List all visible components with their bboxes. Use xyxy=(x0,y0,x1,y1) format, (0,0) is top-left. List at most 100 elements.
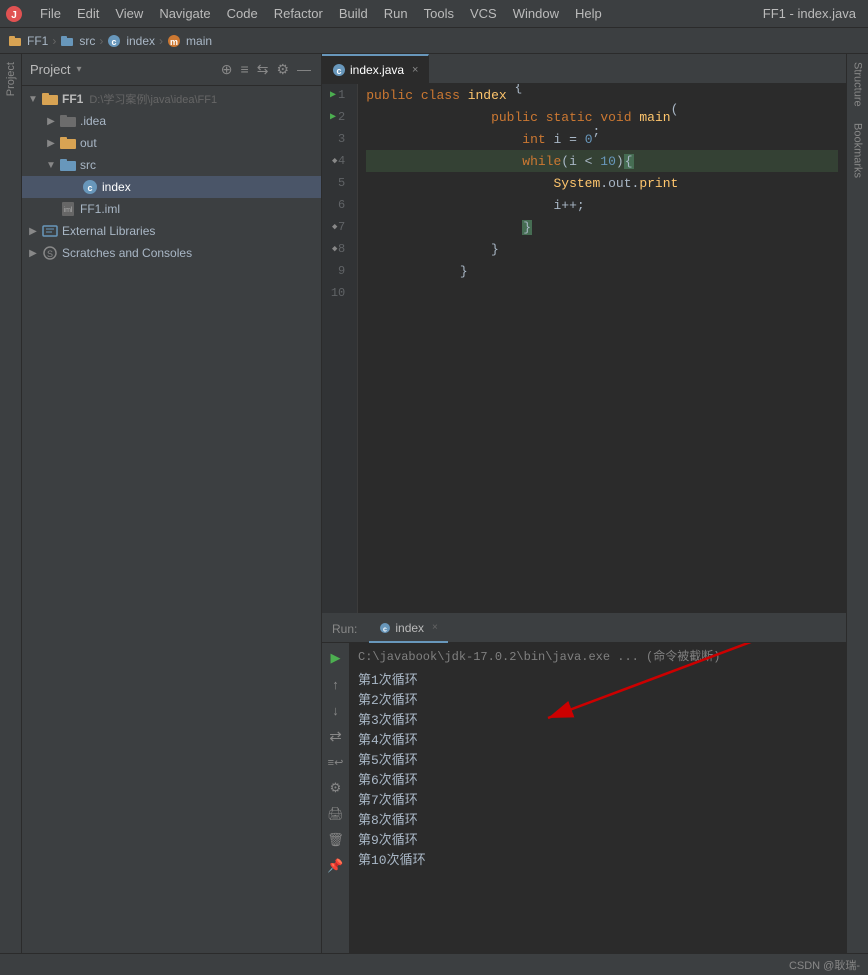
status-credit: CSDN @耿瑞- xyxy=(789,957,860,973)
iml-icon: iml xyxy=(60,201,76,217)
tree-item-idea[interactable]: ▶ .idea xyxy=(22,110,321,132)
sidebar-tab-bookmarks[interactable]: Bookmarks xyxy=(850,115,866,186)
run-output-panel[interactable]: C:\javabook\jdk-17.0.2\bin\java.exe ... … xyxy=(350,643,846,953)
bottom-panel: Run: c index × ▶ ↑ xyxy=(322,613,846,953)
pin-button[interactable]: 📌 xyxy=(325,855,347,877)
editor-area: c index.java × ▶ 1 ▶ 2 xyxy=(322,54,846,613)
code-content[interactable]: public class index { public static void … xyxy=(358,84,846,613)
settings-button[interactable]: ⚙ xyxy=(325,777,347,799)
kw-while: while xyxy=(522,154,561,169)
sidebar-tab-structure[interactable]: Structure xyxy=(850,54,866,115)
gutter-line-7: ◆ 7 xyxy=(330,216,349,238)
bookmark-7-icon: ◆ xyxy=(332,222,337,232)
tree-item-src[interactable]: ▼ src xyxy=(22,154,321,176)
menu-build[interactable]: Build xyxy=(331,3,376,24)
panel-tool-expand[interactable]: ⇆ xyxy=(255,59,271,80)
folder-icon-src xyxy=(60,157,76,173)
tree-item-out[interactable]: ▶ out xyxy=(22,132,321,154)
extlib-icon xyxy=(42,223,58,239)
run-line-1-icon[interactable]: ▶ xyxy=(330,89,336,101)
menu-run[interactable]: Run xyxy=(376,3,416,24)
kw-int: int xyxy=(522,132,545,147)
svg-text:c: c xyxy=(336,66,341,76)
panel-tool-close[interactable]: — xyxy=(295,59,313,80)
tree-label-scratch: Scratches and Consoles xyxy=(62,246,192,260)
breadcrumb-index-label: index xyxy=(126,34,155,48)
bottom-tab-close-icon[interactable]: × xyxy=(432,622,438,633)
scroll-up-button[interactable]: ↑ xyxy=(325,673,347,695)
rerun-button[interactable]: ⇄ xyxy=(325,725,347,747)
bookmark-8-icon: ◆ xyxy=(332,244,337,254)
tab-close-index-java[interactable]: × xyxy=(412,64,418,76)
bracket-close: } xyxy=(522,220,532,235)
tree-item-scratch[interactable]: ▶ S Scratches and Consoles xyxy=(22,242,321,264)
line-num-3: 3 xyxy=(338,132,345,146)
panel-tool-settings[interactable]: ⚙ xyxy=(274,59,291,80)
run-play-button[interactable]: ▶ xyxy=(325,647,347,669)
folder-icon-out xyxy=(60,135,76,151)
panel-tool-locate[interactable]: ⊕ xyxy=(219,59,235,80)
menu-vcs[interactable]: VCS xyxy=(462,3,505,24)
breadcrumb-src[interactable]: src xyxy=(60,34,95,48)
project-panel-toolbar: ⊕ ≡ ⇆ ⚙ — xyxy=(219,59,313,80)
kw-public-1: public xyxy=(366,88,413,103)
breadcrumb-ff1[interactable]: FF1 xyxy=(8,34,48,48)
tree-item-extlib[interactable]: ▶ External Libraries xyxy=(22,220,321,242)
folder-icon-idea xyxy=(60,113,76,129)
project-panel: Project ▾ ⊕ ≡ ⇆ ⚙ — ▼ FF1 xyxy=(22,54,322,953)
breadcrumb: FF1 › src › c index › m main xyxy=(0,28,868,54)
code-editor[interactable]: ▶ 1 ▶ 2 3 ◆ 4 5 xyxy=(322,84,846,613)
scroll-down-button[interactable]: ↓ xyxy=(325,699,347,721)
tree-arrow-iml xyxy=(44,202,58,216)
menu-view[interactable]: View xyxy=(107,3,151,24)
breadcrumb-index[interactable]: c index xyxy=(107,34,155,48)
run-output-line-4: 第4次循环 xyxy=(358,728,838,748)
editor-tab-index-java[interactable]: c index.java × xyxy=(322,54,429,84)
menu-refactor[interactable]: Refactor xyxy=(266,3,331,24)
panel-tool-collapse[interactable]: ≡ xyxy=(239,59,251,80)
run-label: Run: xyxy=(326,622,363,636)
sidebar-tab-project[interactable]: Project xyxy=(3,54,19,104)
menu-bar: J File Edit View Navigate Code Refactor … xyxy=(0,0,868,28)
menu-tools[interactable]: Tools xyxy=(416,3,462,24)
tree-item-ff1-iml[interactable]: iml FF1.iml xyxy=(22,198,321,220)
wrap-icon: ≡↩ xyxy=(328,756,344,769)
wrap-button[interactable]: ≡↩ xyxy=(325,751,347,773)
run-line-2-icon[interactable]: ▶ xyxy=(330,111,336,123)
code-line-9: } xyxy=(366,260,838,282)
fn-main: main xyxy=(639,110,670,125)
project-tree: ▼ FF1 D:\学习案例\java\idea\FF1 ▶ xyxy=(22,86,321,953)
print-button[interactable]: 🖨 xyxy=(325,803,347,825)
menu-edit[interactable]: Edit xyxy=(69,3,107,24)
line-num-6: 6 xyxy=(338,198,345,212)
run-output-line-5: 第5次循环 xyxy=(358,748,838,768)
line-number-gutter: ▶ 1 ▶ 2 3 ◆ 4 5 xyxy=(322,84,358,613)
down-arrow-icon: ↓ xyxy=(332,703,339,718)
run-output-line-9: 第9次循环 xyxy=(358,828,838,848)
breadcrumb-ff1-label: FF1 xyxy=(27,34,48,48)
tree-item-ff1[interactable]: ▼ FF1 D:\学习案例\java\idea\FF1 xyxy=(22,88,321,110)
run-output-line-3: 第3次循环 xyxy=(358,708,838,728)
main-area: Project Project ▾ ⊕ ≡ ⇆ ⚙ — ▼ xyxy=(0,54,868,953)
line-num-2: 2 xyxy=(338,110,345,124)
tree-item-index[interactable]: c index xyxy=(22,176,321,198)
tree-label-ff1: FF1 xyxy=(62,92,83,106)
line-num-10: 10 xyxy=(331,286,345,300)
breadcrumb-sep-2: › xyxy=(99,34,103,48)
settings-icon: ⚙ xyxy=(330,780,342,796)
menu-help[interactable]: Help xyxy=(567,3,610,24)
breadcrumb-main[interactable]: m main xyxy=(167,34,212,48)
menu-navigate[interactable]: Navigate xyxy=(151,3,218,24)
pin-icon: 📌 xyxy=(327,858,343,874)
line-num-5: 5 xyxy=(338,176,345,190)
menu-code[interactable]: Code xyxy=(219,3,266,24)
menu-window[interactable]: Window xyxy=(505,3,567,24)
project-panel-dropdown-icon[interactable]: ▾ xyxy=(76,64,81,75)
bottom-tab-index[interactable]: c index × xyxy=(369,615,448,643)
bottom-tab-index-label: index xyxy=(395,621,424,635)
folder-icon-ff1 xyxy=(42,91,58,107)
editor-tab-bar: c index.java × xyxy=(322,54,846,84)
clear-button[interactable]: 🗑 xyxy=(325,829,347,851)
menu-file[interactable]: File xyxy=(32,3,69,24)
rerun-icon: ⇄ xyxy=(329,727,342,745)
